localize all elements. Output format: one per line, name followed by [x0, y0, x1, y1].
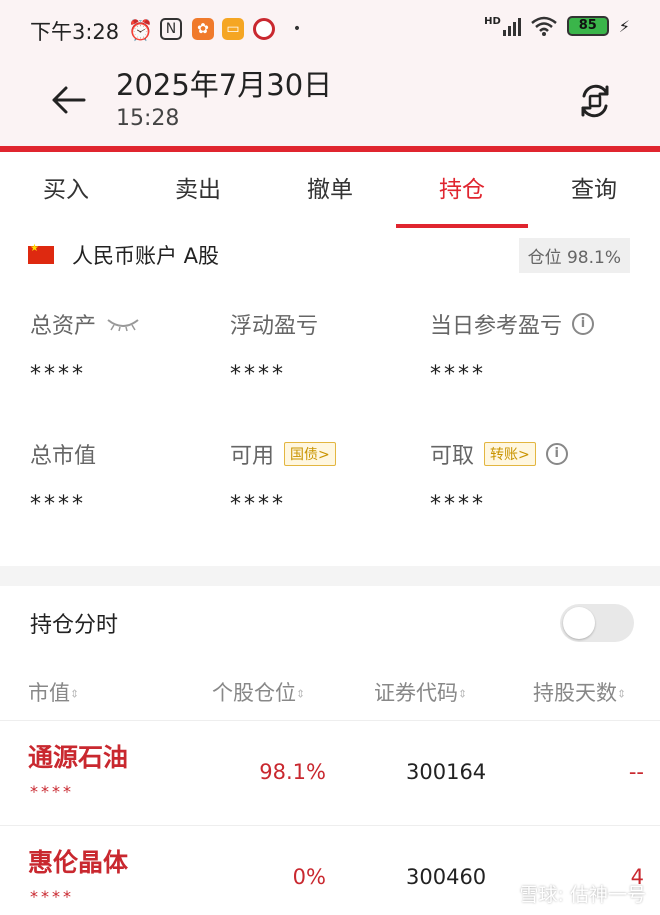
table-row[interactable]: 通源石油 **** 98.1% 300164 --	[0, 722, 660, 826]
status-time: 下午3:28	[30, 20, 120, 44]
stock-name: 通源石油	[28, 743, 129, 772]
eye-closed-icon[interactable]	[106, 316, 140, 332]
app-notification-icon: ✿	[192, 18, 214, 40]
market-value-value: ****	[30, 492, 86, 517]
withdrawable-label: 可取	[430, 444, 475, 469]
daily-pl-label: 当日参考盈亏	[430, 314, 563, 339]
header: 2025年7月30日 15:28	[0, 58, 660, 146]
battery-indicator: 85	[566, 16, 609, 36]
positions-table-header: 市值⇕ 个股仓位⇕ 证券代码⇕ 持股天数⇕	[0, 665, 660, 721]
total-assets-value: ****	[30, 362, 86, 387]
alarm-icon: ⏰	[128, 18, 153, 42]
withdrawable-cell: 可取 转账> i ****	[430, 438, 568, 517]
china-flag-icon	[28, 243, 54, 264]
back-arrow-icon[interactable]	[48, 80, 88, 120]
more-notifications-icon: •	[292, 21, 302, 37]
note-app-icon: ▭	[222, 18, 244, 40]
column-header-days[interactable]: 持股天数⇕	[533, 677, 626, 707]
sort-icon: ⇕	[617, 687, 627, 701]
position-ratio-badge: 仓位 98.1%	[518, 238, 630, 273]
signal-icon: HD	[484, 16, 521, 36]
total-assets-cell: 总资产 ****	[30, 308, 140, 387]
stock-position-ratio: 98.1%	[259, 760, 326, 784]
network-type-label: HD	[484, 16, 501, 27]
total-assets-label: 总资产	[30, 314, 97, 339]
stock-code: 300460	[406, 865, 487, 889]
tab-positions[interactable]: 持仓	[396, 152, 528, 228]
market-value-label: 总市值	[30, 444, 97, 469]
floating-pl-value: ****	[230, 362, 286, 387]
column-header-code[interactable]: 证券代码⇕	[374, 677, 467, 707]
tab-query[interactable]: 查询	[528, 152, 660, 228]
wifi-icon	[530, 16, 557, 36]
available-label: 可用	[230, 444, 275, 469]
daily-pl-cell: 当日参考盈亏 i ****	[430, 308, 595, 387]
info-icon[interactable]: i	[572, 313, 595, 335]
stock-position-ratio: 0%	[292, 865, 326, 889]
stock-market-value: ****	[30, 887, 74, 906]
tab-sell[interactable]: 卖出	[132, 152, 264, 228]
daily-pl-value: ****	[430, 362, 486, 387]
floating-pl-cell: 浮动盈亏 ****	[230, 308, 318, 387]
sort-icon: ⇕	[458, 687, 468, 701]
trade-tabs: 买入 卖出 撤单 持仓 查询	[0, 152, 660, 228]
stock-code: 300164	[406, 760, 487, 784]
nfc-icon: N	[160, 18, 182, 40]
withdrawable-value: ****	[430, 492, 486, 517]
account-name: 人民币账户 A股	[72, 244, 220, 268]
section-divider	[0, 566, 660, 586]
page-title: 2025年7月30日	[116, 68, 333, 102]
sort-icon: ⇕	[70, 687, 80, 701]
status-bar: 下午3:28 ⏰ N ✿ ▭ • HD 85 ⚡	[0, 0, 660, 58]
account-row: 人民币账户 A股 仓位 98.1%	[0, 228, 660, 282]
column-header-market-value[interactable]: 市值⇕	[28, 677, 79, 707]
charging-icon: ⚡	[618, 16, 630, 36]
stock-name: 惠伦晶体	[28, 848, 129, 877]
info-icon[interactable]: i	[545, 443, 568, 465]
tab-buy[interactable]: 买入	[0, 152, 132, 228]
watermark: 雪球: 估神一号	[519, 884, 646, 906]
market-value-cell: 总市值 ****	[30, 438, 96, 517]
tab-cancel[interactable]: 撤单	[264, 152, 396, 228]
available-value: ****	[230, 492, 286, 517]
page-subtitle-time: 15:28	[116, 106, 180, 131]
column-header-position[interactable]: 个股仓位⇕	[212, 677, 305, 707]
intraday-positions-label: 持仓分时	[30, 613, 119, 638]
holding-days: --	[628, 760, 644, 784]
intraday-toggle[interactable]	[560, 604, 634, 642]
treasury-bond-chip[interactable]: 国债>	[284, 442, 336, 466]
toggle-knob	[563, 607, 595, 639]
available-cell: 可用 国债> ****	[230, 438, 336, 517]
sort-icon: ⇕	[296, 687, 306, 701]
stock-market-value: ****	[30, 782, 74, 801]
stock-app-icon	[253, 18, 275, 40]
floating-pl-label: 浮动盈亏	[230, 314, 319, 339]
refresh-icon[interactable]	[576, 82, 614, 120]
transfer-chip[interactable]: 转账>	[484, 442, 536, 466]
